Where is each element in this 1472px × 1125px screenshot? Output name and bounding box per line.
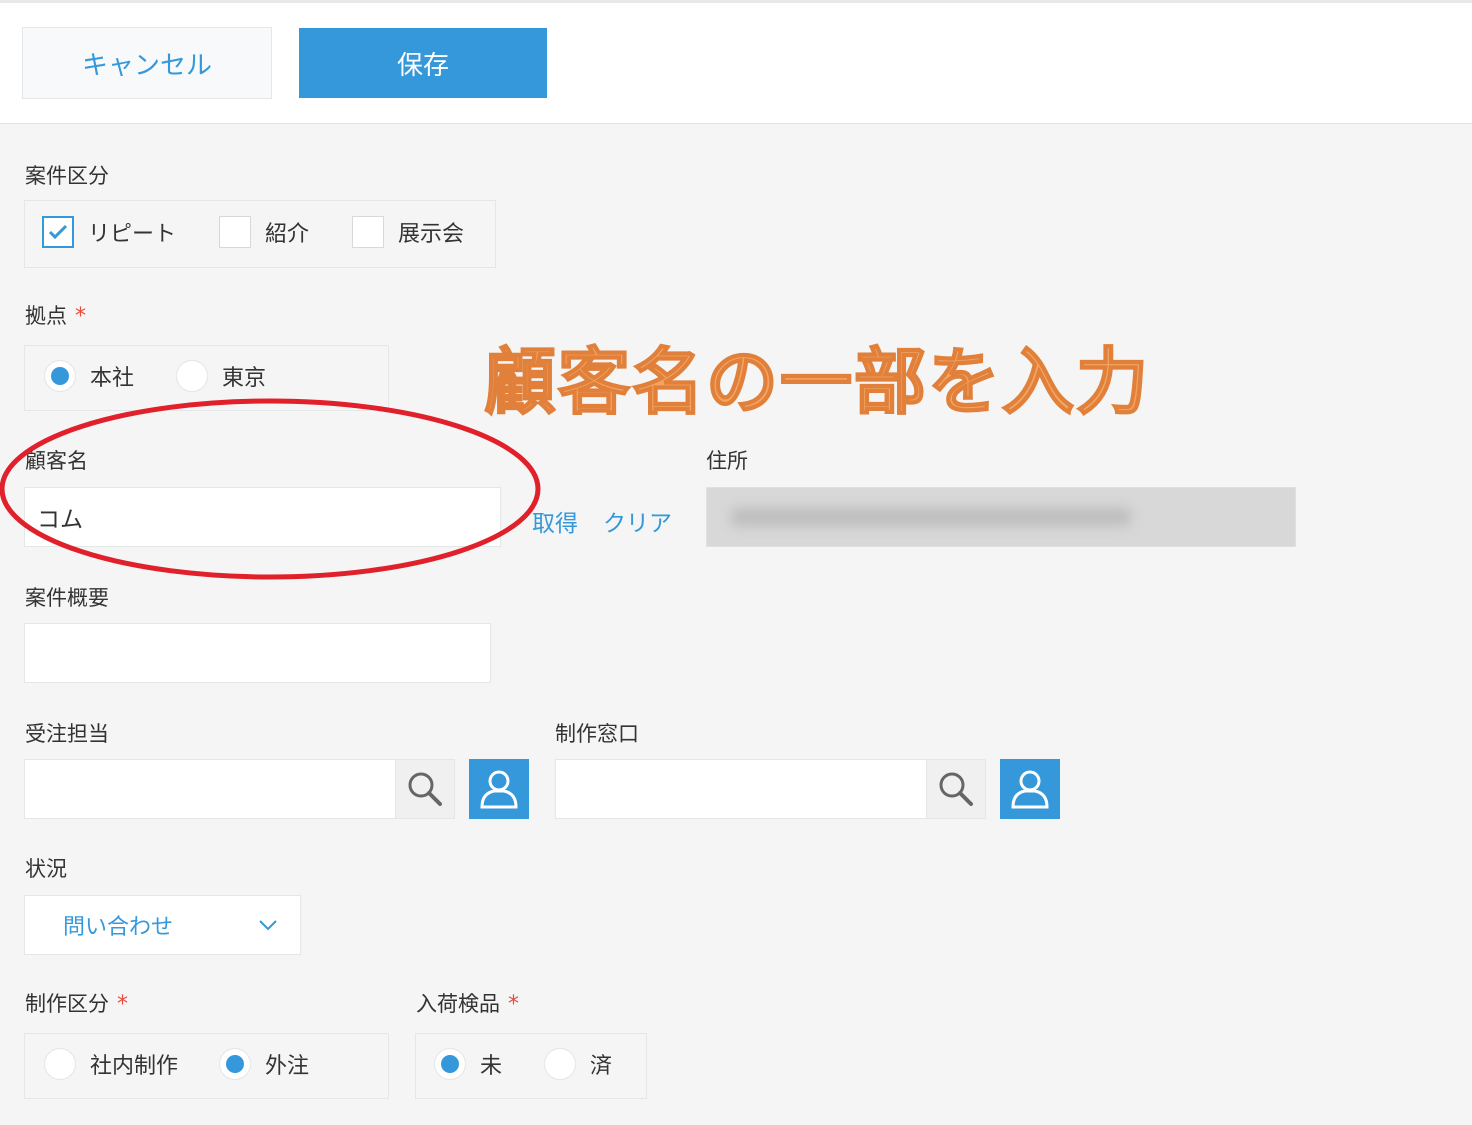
production-contact-input[interactable] — [555, 759, 927, 819]
radio-selected[interactable] — [219, 1048, 251, 1080]
radio-outsourced[interactable]: 外注 — [219, 1048, 309, 1080]
production-contact-label: 制作窓口 — [555, 722, 639, 746]
base-label: 拠点 * — [25, 300, 86, 330]
radio-unselected[interactable] — [176, 360, 208, 392]
save-button[interactable]: 保存 — [299, 28, 547, 98]
radio-label: 済 — [590, 1054, 613, 1079]
production-type-label-text: 制作区分 — [25, 992, 109, 1016]
production-type-label: 制作区分 * — [25, 988, 128, 1018]
order-owner-input[interactable] — [24, 759, 396, 819]
status-label: 状況 — [25, 857, 67, 881]
checkbox-unchecked[interactable] — [219, 216, 251, 248]
address-field — [706, 487, 1296, 547]
inspection-label: 入荷検品 * — [416, 988, 519, 1018]
search-icon — [408, 772, 442, 806]
annotation-circle — [0, 398, 541, 580]
radio-unselected[interactable] — [44, 1048, 76, 1080]
radio-selected[interactable] — [434, 1048, 466, 1080]
toolbar: キャンセル 保存 — [0, 0, 1472, 124]
required-mark: * — [508, 992, 519, 1017]
user-icon — [480, 770, 518, 809]
radio-tokyo[interactable]: 東京 — [176, 360, 266, 392]
summary-label: 案件概要 — [25, 586, 109, 610]
radio-in-house[interactable]: 社内制作 — [44, 1048, 178, 1080]
radio-label: 本社 — [90, 366, 135, 391]
check-icon — [48, 224, 68, 240]
order-owner-label: 受注担当 — [25, 722, 109, 746]
order-owner-search-button[interactable] — [395, 759, 455, 819]
search-icon — [939, 772, 973, 806]
user-icon — [1011, 770, 1049, 809]
blurred-address — [731, 508, 1131, 526]
checkbox-label: リピート — [88, 222, 177, 247]
status-select[interactable]: 問い合わせ — [24, 895, 301, 955]
annotation-text: 顧客名の一部を入力 — [483, 339, 1151, 425]
radio-unselected[interactable] — [544, 1048, 576, 1080]
radio-head-office[interactable]: 本社 — [44, 360, 134, 392]
radio-label: 未 — [480, 1054, 503, 1079]
chevron-down-icon — [259, 920, 277, 931]
radio-label: 外注 — [265, 1054, 310, 1079]
base-label-text: 拠点 — [25, 304, 67, 328]
inspection-label-text: 入荷検品 — [416, 992, 500, 1016]
checkbox-label: 展示会 — [398, 222, 465, 247]
status-selected-value: 問い合わせ — [63, 915, 174, 940]
cancel-button[interactable]: キャンセル — [22, 27, 272, 99]
summary-input[interactable] — [24, 623, 491, 683]
required-mark: * — [117, 992, 128, 1017]
checkbox-referral[interactable]: 紹介 — [219, 216, 309, 248]
checkbox-exhibition[interactable]: 展示会 — [352, 216, 464, 248]
radio-done[interactable]: 済 — [544, 1048, 612, 1080]
order-owner-user-button[interactable] — [469, 759, 529, 819]
production-contact-user-button[interactable] — [1000, 759, 1060, 819]
case-type-label: 案件区分 — [25, 164, 109, 188]
top-divider — [0, 0, 1472, 3]
required-mark: * — [75, 304, 86, 329]
radio-label: 東京 — [222, 366, 267, 391]
address-label: 住所 — [706, 449, 748, 473]
radio-label: 社内制作 — [90, 1054, 179, 1079]
radio-selected[interactable] — [44, 360, 76, 392]
radio-not-done[interactable]: 未 — [434, 1048, 502, 1080]
checkbox-unchecked[interactable] — [352, 216, 384, 248]
checkbox-label: 紹介 — [265, 222, 310, 247]
production-contact-search-button[interactable] — [926, 759, 986, 819]
checkbox-repeat[interactable]: リピート — [42, 216, 176, 248]
checkbox-checked[interactable] — [42, 216, 74, 248]
clear-link[interactable]: クリア — [603, 504, 672, 538]
